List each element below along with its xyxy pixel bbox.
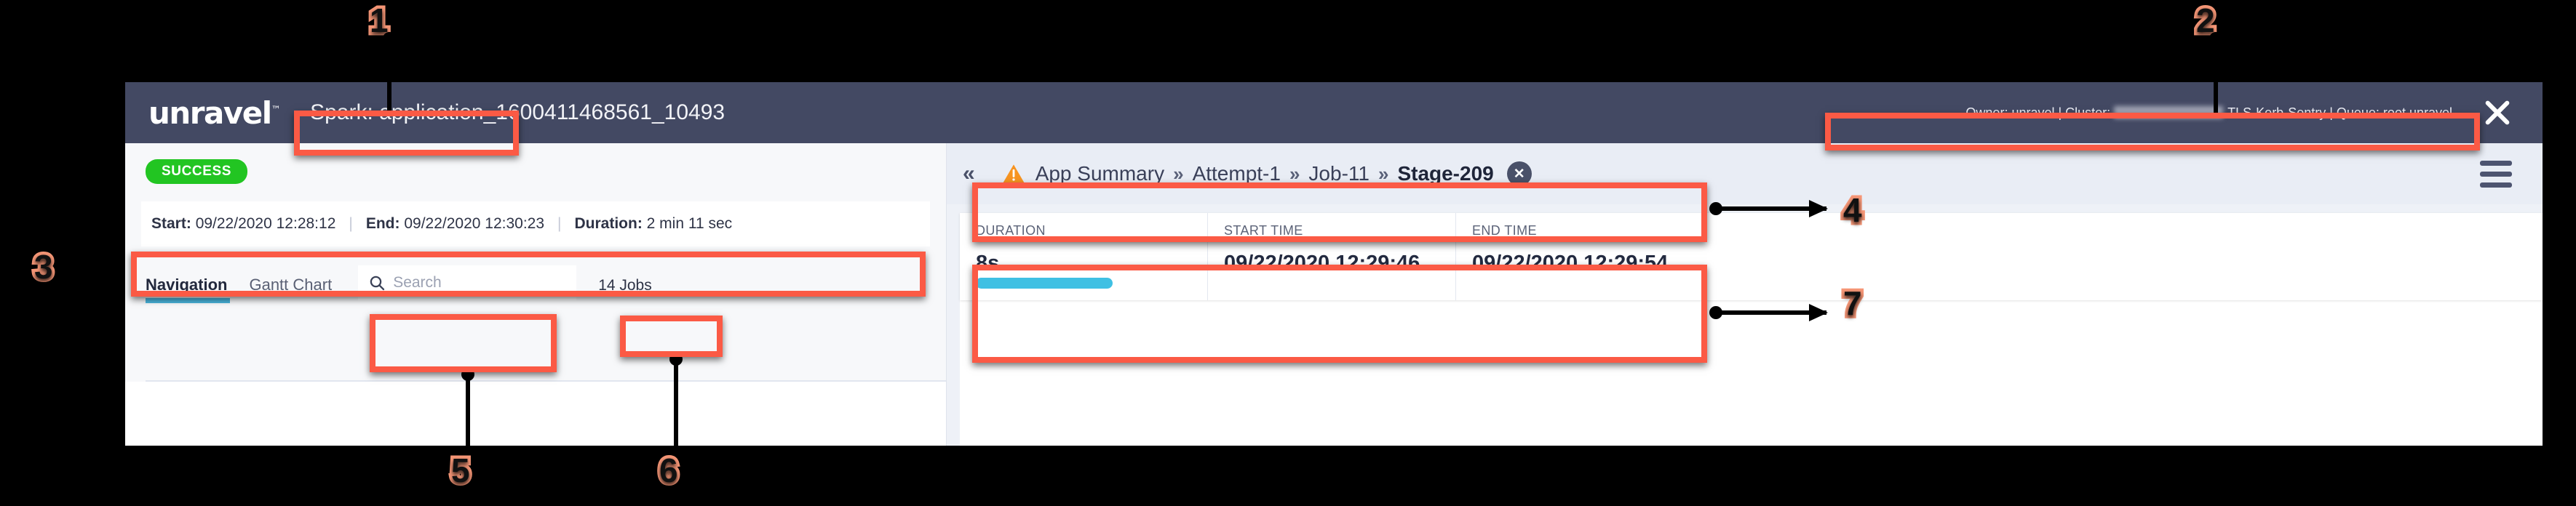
hamburger-menu-button[interactable] [2480, 161, 2512, 193]
search-input[interactable]: Search [358, 265, 577, 300]
search-icon [370, 276, 385, 291]
meta-suffix: -TLS-Kerb-Sentry | Queue: root.unravel [2223, 105, 2452, 120]
breadcrumb: App Summary » Attempt-1 » Job-11 » Stage… [1002, 161, 1532, 186]
breadcrumb-item-attempt-1[interactable]: Attempt-1 [1193, 162, 1281, 185]
left-panel: SUCCESS Start: 09/22/2020 12:28:12 | End… [125, 143, 947, 446]
end-label: End: [365, 215, 400, 232]
callout-marker-3: 3 [31, 245, 56, 289]
collapse-panel-button[interactable]: « [963, 161, 975, 186]
right-content-area [960, 300, 2543, 446]
callout-leader-1 [383, 32, 396, 115]
right-panel: « App Summary » Attempt-1 » Job-11 » Sta… [947, 143, 2543, 446]
breadcrumb-separator-2: » [1289, 162, 1300, 185]
owner-cluster-queue-info: Owner: unravel | Cluster: -TLS-Kerb-Sent… [1965, 105, 2452, 121]
hamburger-line-1 [2480, 161, 2512, 166]
callout-leader-2 [2209, 32, 2222, 115]
metric-card-duration: DURATION 8s [960, 213, 1207, 300]
callout-leader-5 [461, 368, 474, 448]
metric-label-duration: DURATION [976, 223, 1046, 238]
close-icon [2485, 100, 2510, 125]
tab-gantt-chart[interactable]: Gantt Chart [249, 276, 335, 303]
callout-marker-6: 6 [656, 449, 681, 493]
callout-leader-7 [1709, 304, 1828, 321]
tab-navigation[interactable]: Navigation [146, 276, 231, 303]
duration-progress-bar [976, 278, 1113, 289]
metric-label-start-time: START TIME [1224, 223, 1303, 238]
unravel-logo: unravel™ [125, 95, 281, 131]
logo-text: unravel [148, 95, 272, 131]
breadcrumb-bar: « App Summary » Attempt-1 » Job-11 » Sta… [947, 143, 2543, 204]
redacted-cluster-name [2114, 105, 2224, 119]
breadcrumb-item-job-11[interactable]: Job-11 [1308, 162, 1370, 185]
metric-value-duration: 8s [976, 252, 1000, 275]
tabs-divider [146, 380, 946, 382]
metric-card-end-time: END TIME 09/22/2020 12:29:54 [1455, 213, 1712, 300]
app-body: SUCCESS Start: 09/22/2020 12:28:12 | End… [125, 143, 2543, 446]
metric-card-start-time: START TIME 09/22/2020 12:29:46 [1207, 213, 1455, 300]
timeline-separator-1: | [349, 215, 353, 232]
run-timeline-summary: Start: 09/22/2020 12:28:12 | End: 09/22/… [141, 201, 930, 246]
timeline-separator-2: | [557, 215, 562, 232]
jobs-count-label: 14 Jobs [598, 277, 652, 294]
start-label: Start: [151, 215, 191, 232]
metric-value-start-time: 09/22/2020 12:29:46 [1224, 252, 1420, 275]
search-placeholder: Search [393, 274, 442, 291]
callout-marker-7: 7 [1840, 281, 1865, 326]
start-value: 09/22/2020 12:28:12 [195, 215, 336, 232]
duration-label: Duration: [574, 215, 643, 232]
status-badge: SUCCESS [146, 159, 248, 184]
warning-icon [1003, 164, 1025, 183]
meta-prefix: Owner: unravel | Cluster: [1965, 105, 2115, 120]
breadcrumb-close-button[interactable]: ✕ [1506, 161, 1532, 186]
breadcrumb-item-app-summary[interactable]: App Summary [1035, 162, 1164, 185]
status-row: SUCCESS [125, 143, 946, 191]
hamburger-line-2 [2480, 172, 2512, 177]
close-button[interactable] [2471, 87, 2524, 139]
application-title: Spark: application_1600411468561_10493 [310, 100, 726, 124]
breadcrumb-separator-3: » [1378, 162, 1389, 185]
end-value: 09/22/2020 12:30:23 [404, 215, 545, 232]
metric-value-end-time: 09/22/2020 12:29:54 [1472, 252, 1669, 275]
duration-value: 2 min 11 sec [646, 215, 733, 232]
metric-label-end-time: END TIME [1472, 223, 1537, 238]
trademark-symbol: ™ [271, 104, 281, 116]
tabs-and-search-row: Navigation Gantt Chart Search 14 Jobs [146, 264, 946, 303]
hamburger-line-3 [2480, 182, 2512, 188]
left-content-area [125, 382, 946, 446]
callout-leader-6 [669, 353, 683, 448]
breadcrumb-item-stage-209[interactable]: Stage-209 [1397, 162, 1493, 185]
callout-marker-5: 5 [448, 449, 473, 493]
unravel-app-window: unravel™ Spark: application_160041146856… [125, 82, 2543, 446]
callout-marker-4: 4 [1840, 188, 1865, 233]
breadcrumb-separator-1: » [1173, 162, 1184, 185]
stage-metrics-cards: DURATION 8s START TIME 09/22/2020 12:29:… [960, 213, 2543, 300]
callout-leader-4 [1709, 200, 1828, 217]
header-right-group: Owner: unravel | Cluster: -TLS-Kerb-Sent… [1965, 87, 2543, 139]
app-header: unravel™ Spark: application_160041146856… [125, 82, 2543, 143]
